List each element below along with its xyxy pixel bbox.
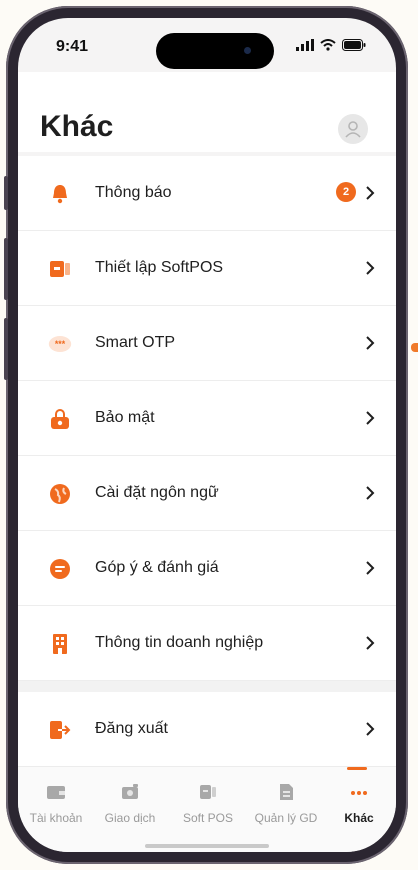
wifi-icon [320, 39, 336, 51]
battery-icon [342, 39, 366, 51]
chevron-right-icon [366, 411, 375, 425]
status-time: 9:41 [56, 38, 89, 55]
section-divider [18, 681, 396, 692]
globe-icon [48, 482, 72, 506]
tab-softpos[interactable]: Soft POS [170, 767, 246, 837]
chevron-right-icon [366, 336, 375, 350]
tab-more[interactable]: Khác [321, 767, 396, 837]
feedback-icon [48, 557, 72, 581]
tab-label: Giao dịch [104, 811, 156, 825]
menu-label: Cài đặt ngôn ngữ [95, 484, 219, 501]
dynamic-island [156, 33, 274, 69]
screen: 9:41 Khác Thông báo 2 Thiết lập SoftPOS … [18, 18, 396, 852]
menu-item-smart-otp[interactable]: *** Smart OTP [18, 306, 396, 381]
tab-label: Quản lý GD [254, 811, 318, 825]
menu-item-business-info[interactable]: Thông tin doanh nghiệp [18, 606, 396, 681]
header: Khác [18, 72, 396, 152]
signal-icon [296, 39, 314, 51]
page-title: Khác [40, 110, 114, 143]
tab-account[interactable]: Tài khoản [18, 767, 94, 837]
chevron-right-icon [366, 636, 375, 650]
pos-icon [200, 785, 216, 799]
status-bar: 9:41 [18, 18, 396, 72]
menu-label: Góp ý & đánh giá [95, 559, 219, 576]
menu-item-security[interactable]: Bảo mật [18, 381, 396, 456]
svg-text:***: *** [55, 339, 66, 349]
menu-label: Thông tin doanh nghiệp [95, 634, 264, 651]
volume-up-button [4, 238, 8, 300]
chevron-right-icon [366, 486, 375, 500]
tab-bar: Tài khoản Giao dịch Soft POS Quản lý GD … [18, 766, 396, 852]
user-icon [345, 121, 361, 138]
more-icon [351, 791, 367, 795]
bell-icon [48, 182, 72, 206]
menu-label: Thông báo [95, 184, 172, 201]
active-tab-indicator [347, 767, 367, 770]
volume-down-button [4, 318, 8, 380]
menu-label: Smart OTP [95, 334, 176, 351]
tab-label: Tài khoản [29, 811, 83, 825]
avatar-button[interactable] [338, 114, 368, 144]
transaction-icon [122, 784, 138, 799]
chevron-right-icon [366, 722, 375, 736]
menu-item-feedback[interactable]: Góp ý & đánh giá [18, 531, 396, 606]
otp-icon: *** [48, 332, 72, 356]
manage-icon [280, 784, 293, 800]
tab-label: Khác [344, 811, 374, 825]
menu-item-logout[interactable]: Đăng xuất [18, 692, 396, 767]
wallet-icon [47, 786, 65, 799]
menu-item-softpos-setup[interactable]: Thiết lập SoftPOS [18, 231, 396, 306]
tab-manage-transactions[interactable]: Quản lý GD [248, 767, 324, 837]
menu-item-language-settings[interactable]: Cài đặt ngôn ngữ [18, 456, 396, 531]
lock-icon [48, 407, 72, 431]
menu-list: Thông báo 2 Thiết lập SoftPOS *** Smart … [18, 156, 396, 767]
building-icon [48, 632, 72, 656]
menu-label: Bảo mật [95, 409, 155, 426]
menu-label: Đăng xuất [95, 720, 168, 737]
notification-badge: 2 [336, 182, 356, 202]
chevron-right-icon [366, 186, 375, 200]
home-indicator [145, 844, 269, 848]
logout-icon [48, 718, 72, 742]
chevron-right-icon [366, 561, 375, 575]
menu-label: Thiết lập SoftPOS [95, 259, 224, 276]
chevron-right-icon [366, 261, 375, 275]
tab-label: Soft POS [182, 811, 234, 825]
softpos-icon [48, 257, 72, 281]
camera-dot [244, 47, 251, 54]
status-icons [296, 39, 366, 51]
tab-transactions[interactable]: Giao dịch [92, 767, 168, 837]
menu-item-notifications[interactable]: Thông báo 2 [18, 156, 396, 231]
mute-switch [4, 176, 8, 210]
edge-marker [411, 343, 418, 352]
